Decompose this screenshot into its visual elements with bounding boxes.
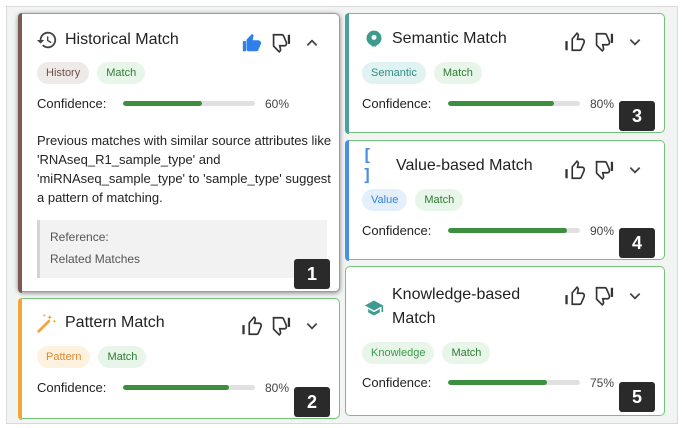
value-based-match-card[interactable]: [ ] Value-based Match Value Match Confid… bbox=[344, 139, 665, 261]
chip-match: Match bbox=[415, 189, 464, 211]
pattern-match-card[interactable]: Pattern Match Pattern Match Confidence: … bbox=[17, 297, 340, 420]
confidence-label: Confidence: bbox=[37, 96, 107, 111]
confidence-label: Confidence: bbox=[362, 96, 432, 111]
confidence-value: 80% bbox=[590, 96, 615, 111]
badge-number: 2 bbox=[294, 387, 330, 417]
card-accent bbox=[344, 12, 349, 134]
confidence-bar bbox=[448, 101, 580, 106]
chip-match: Match bbox=[433, 62, 482, 84]
chevron-down-icon[interactable] bbox=[622, 157, 648, 183]
confidence-bar bbox=[123, 101, 255, 106]
knowledge-based-match-card[interactable]: Knowledge-based Match Knowledge Match Co… bbox=[345, 266, 665, 416]
card-title: Value-based Match bbox=[396, 157, 533, 174]
reference-label: Reference: bbox=[50, 230, 109, 244]
card-title: Historical Match bbox=[65, 31, 179, 48]
card-accent bbox=[17, 12, 22, 293]
confidence-label: Confidence: bbox=[362, 375, 432, 390]
card-title: Knowledge-based Match bbox=[392, 286, 521, 327]
confidence-value: 60% bbox=[265, 96, 290, 111]
brackets-icon: [ ] bbox=[362, 146, 373, 186]
thumbs-up-icon[interactable] bbox=[562, 29, 588, 55]
reference-box: Reference: Related Matches bbox=[37, 220, 327, 278]
chevron-down-icon[interactable] bbox=[622, 283, 648, 309]
magic-wand-icon bbox=[35, 311, 59, 335]
chip-history: History bbox=[37, 62, 90, 84]
thumbs-up-icon[interactable] bbox=[562, 157, 588, 183]
graduation-cap-icon bbox=[362, 296, 386, 320]
chip-match: Match bbox=[98, 346, 147, 368]
thumbs-down-icon[interactable] bbox=[590, 283, 616, 309]
historical-match-card[interactable]: Historical Match History Match Confidenc… bbox=[17, 12, 340, 293]
chip-value: Value bbox=[362, 189, 408, 211]
confidence-bar bbox=[123, 385, 255, 390]
thumbs-down-icon[interactable] bbox=[590, 157, 616, 183]
chevron-down-icon[interactable] bbox=[622, 29, 648, 55]
badge-number: 3 bbox=[619, 101, 655, 131]
card-title: Semantic Match bbox=[392, 30, 507, 47]
thumbs-down-icon[interactable] bbox=[267, 30, 293, 56]
confidence-value: 80% bbox=[265, 380, 290, 395]
confidence-bar bbox=[448, 228, 580, 233]
chip-knowledge: Knowledge bbox=[362, 342, 435, 364]
chip-match: Match bbox=[442, 342, 491, 364]
badge-number: 4 bbox=[619, 228, 655, 258]
badge-number: 1 bbox=[294, 259, 330, 289]
thumbs-up-icon[interactable] bbox=[562, 283, 588, 309]
semantic-match-card[interactable]: Semantic Match Semantic Match Confidence… bbox=[344, 12, 665, 134]
card-accent bbox=[17, 297, 22, 420]
chevron-up-icon[interactable] bbox=[299, 30, 325, 56]
chip-match: Match bbox=[97, 62, 146, 84]
confidence-label: Confidence: bbox=[362, 223, 432, 238]
card-title: Pattern Match bbox=[65, 314, 165, 331]
history-icon bbox=[35, 28, 59, 52]
thumbs-down-icon[interactable] bbox=[267, 313, 293, 339]
badge-number: 5 bbox=[619, 382, 655, 412]
reference-value[interactable]: Related Matches bbox=[50, 248, 317, 270]
confidence-label: Confidence: bbox=[37, 380, 107, 395]
thumbs-up-icon[interactable] bbox=[239, 30, 265, 56]
chevron-down-icon[interactable] bbox=[299, 313, 325, 339]
confidence-bar-fill bbox=[123, 385, 229, 390]
thumbs-down-icon[interactable] bbox=[590, 29, 616, 55]
confidence-bar-fill bbox=[448, 101, 554, 106]
match-description: Previous matches with similar source att… bbox=[37, 133, 332, 205]
confidence-value: 90% bbox=[590, 223, 615, 238]
chip-semantic: Semantic bbox=[362, 62, 426, 84]
brain-icon bbox=[362, 27, 386, 51]
confidence-bar bbox=[448, 380, 580, 385]
chip-pattern: Pattern bbox=[37, 346, 91, 368]
confidence-bar-fill bbox=[448, 228, 567, 233]
card-accent bbox=[344, 139, 349, 261]
confidence-bar-fill bbox=[448, 380, 547, 385]
confidence-value: 75% bbox=[590, 375, 615, 390]
confidence-bar-fill bbox=[123, 101, 203, 106]
thumbs-up-icon[interactable] bbox=[239, 313, 265, 339]
